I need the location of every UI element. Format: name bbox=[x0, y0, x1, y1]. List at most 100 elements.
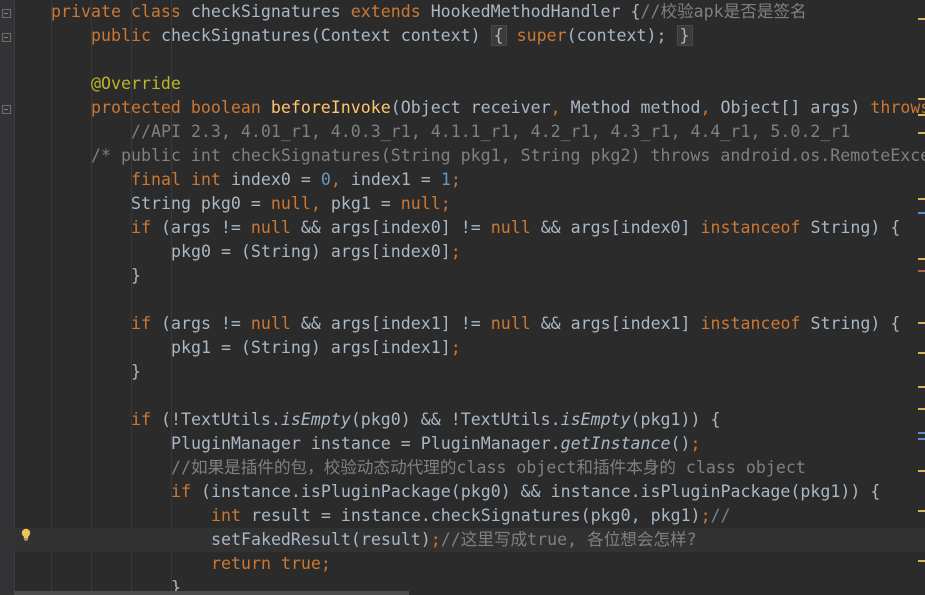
comment: /* public int checkSignatures(String pkg… bbox=[91, 146, 925, 165]
code-line-4[interactable]: @Override bbox=[91, 72, 181, 96]
keyword: if bbox=[131, 314, 151, 333]
super-args: (context); bbox=[566, 26, 667, 45]
stripe-marker[interactable] bbox=[918, 212, 925, 214]
keyword: instanceof bbox=[700, 314, 801, 333]
keyword: if bbox=[131, 410, 151, 429]
declaration: pkg1 = bbox=[330, 194, 391, 213]
static-method-call: getInstance bbox=[560, 434, 671, 453]
code-line-9[interactable]: String pkg0 = null, pkg1 = null; bbox=[131, 192, 451, 216]
stripe-marker[interactable] bbox=[918, 386, 925, 388]
keyword: instanceof bbox=[700, 218, 801, 237]
class-name: checkSignatures bbox=[190, 2, 341, 21]
code-line-18[interactable]: if (!TextUtils.isEmpty(pkg0) && !TextUti… bbox=[131, 408, 720, 432]
stripe-marker[interactable] bbox=[918, 560, 925, 562]
comma: , bbox=[550, 98, 561, 117]
stripe-marker[interactable] bbox=[918, 470, 925, 472]
code-line-6[interactable]: //API 2.3, 4.01_r1, 4.0.3_r1, 4.1.1_r1, … bbox=[131, 120, 850, 144]
code-line-12[interactable]: } bbox=[131, 264, 141, 288]
number-literal: 0 bbox=[320, 170, 331, 189]
keyword: null bbox=[400, 194, 441, 213]
keyword: super bbox=[516, 26, 567, 45]
code-line-10[interactable]: if (args != null && args[index0] != null… bbox=[131, 216, 900, 240]
code-editor[interactable]: private class checkSignatures extends Ho… bbox=[14, 0, 925, 595]
semicolon: ; bbox=[450, 170, 461, 189]
code-line-5[interactable]: protected boolean beforeInvoke(Object re… bbox=[91, 96, 925, 120]
declaration: result = instance.checkSignatures(pkg0, … bbox=[250, 506, 701, 525]
keyword: return bbox=[211, 554, 271, 573]
stripe-marker[interactable] bbox=[918, 270, 925, 272]
keyword: null bbox=[250, 314, 291, 333]
condition: (args != bbox=[160, 218, 241, 237]
call-parens: () bbox=[670, 434, 691, 453]
semicolon: ; bbox=[450, 242, 461, 261]
semicolon: ; bbox=[700, 506, 711, 525]
keyword: boolean bbox=[190, 98, 261, 117]
keyword: protected bbox=[91, 98, 181, 117]
keyword: if bbox=[171, 482, 191, 501]
stripe-marker[interactable] bbox=[918, 322, 925, 324]
comment: //校验apk是否是签名 bbox=[640, 2, 807, 21]
folded-block-close[interactable]: } bbox=[676, 25, 693, 46]
stripe-marker[interactable] bbox=[918, 408, 925, 410]
params: Method method bbox=[570, 98, 701, 117]
stripe-marker[interactable] bbox=[918, 198, 925, 200]
stripe-marker[interactable] bbox=[918, 352, 925, 354]
stripe-marker[interactable] bbox=[918, 510, 925, 512]
brace: } bbox=[131, 266, 141, 285]
code-line-7[interactable]: /* public int checkSignatures(String pkg… bbox=[91, 144, 925, 168]
code-line-21[interactable]: if (instance.isPluginPackage(pkg0) && in… bbox=[171, 480, 880, 504]
keyword: extends bbox=[350, 2, 421, 21]
keyword: null bbox=[490, 218, 531, 237]
code-line-24[interactable]: return true; bbox=[211, 552, 331, 576]
static-method-call: isEmpty bbox=[560, 410, 631, 429]
comment: //API 2.3, 4.01_r1, 4.0.3_r1, 4.1.1_r1, … bbox=[131, 122, 851, 141]
code-line-16[interactable]: } bbox=[131, 360, 141, 384]
condition: String) { bbox=[810, 314, 901, 333]
keyword: null bbox=[250, 218, 291, 237]
semicolon: ; bbox=[440, 194, 451, 213]
keyword: null bbox=[270, 194, 311, 213]
folded-block-open[interactable]: { bbox=[490, 25, 507, 46]
stripe-marker[interactable] bbox=[918, 438, 925, 440]
brace: { bbox=[630, 2, 641, 21]
stripe-marker[interactable] bbox=[918, 258, 925, 260]
code-line-22[interactable]: int result = instance.checkSignatures(pk… bbox=[211, 504, 731, 528]
fold-icon[interactable] bbox=[2, 33, 11, 42]
code-line-19[interactable]: PluginManager instance = PluginManager.g… bbox=[171, 432, 701, 456]
comment: //如果是插件的包，校验动态动代理的class object和插件本身的 cla… bbox=[171, 458, 806, 477]
stripe-marker[interactable] bbox=[918, 98, 925, 100]
code-line-8[interactable]: final int index0 = 0, index1 = 1; bbox=[131, 168, 461, 192]
keyword: throws bbox=[870, 98, 925, 117]
semicolon: ; bbox=[430, 530, 441, 549]
code-line-14[interactable]: if (args != null && args[index1] != null… bbox=[131, 312, 900, 336]
keyword: class bbox=[130, 2, 181, 21]
keyword: private bbox=[51, 2, 121, 21]
fold-icon[interactable] bbox=[2, 9, 11, 18]
stripe-marker[interactable] bbox=[918, 132, 925, 134]
condition: && args[index1] bbox=[540, 314, 691, 333]
indent-guide bbox=[51, 0, 52, 595]
params: (Object receiver bbox=[390, 98, 551, 117]
code-line-11[interactable]: pkg0 = (String) args[index0]; bbox=[171, 240, 461, 264]
comment: //这里写成true, 各位想会怎样? bbox=[440, 530, 697, 549]
horizontal-scrollbar[interactable] bbox=[14, 591, 409, 595]
code-line-2[interactable]: public checkSignatures(Context context) … bbox=[91, 24, 693, 48]
keyword: final bbox=[131, 170, 181, 189]
method-name: beforeInvoke bbox=[270, 98, 391, 117]
assignment: pkg1 = (String) args[index1] bbox=[171, 338, 451, 357]
assignment: pkg0 = (String) args[index0] bbox=[171, 242, 451, 261]
number-literal: 1 bbox=[440, 170, 451, 189]
stripe-marker[interactable] bbox=[918, 18, 925, 20]
code-line-1[interactable]: private class checkSignatures extends Ho… bbox=[51, 0, 807, 24]
code-line-20[interactable]: //如果是插件的包，校验动态动代理的class object和插件本身的 cla… bbox=[171, 456, 806, 480]
code-line-23[interactable]: setFakedResult(result);//这里写成true, 各位想会怎… bbox=[211, 528, 697, 552]
stripe-marker[interactable] bbox=[918, 114, 925, 116]
stripe-marker[interactable] bbox=[918, 432, 925, 434]
annotation: @Override bbox=[91, 74, 181, 93]
semicolon: ; bbox=[450, 338, 461, 357]
static-method-call: isEmpty bbox=[280, 410, 351, 429]
code-line-15[interactable]: pkg1 = (String) args[index1]; bbox=[171, 336, 461, 360]
condition: (pkg1)) { bbox=[630, 410, 721, 429]
fold-icon[interactable] bbox=[2, 105, 11, 114]
lightbulb-icon[interactable] bbox=[20, 528, 32, 542]
